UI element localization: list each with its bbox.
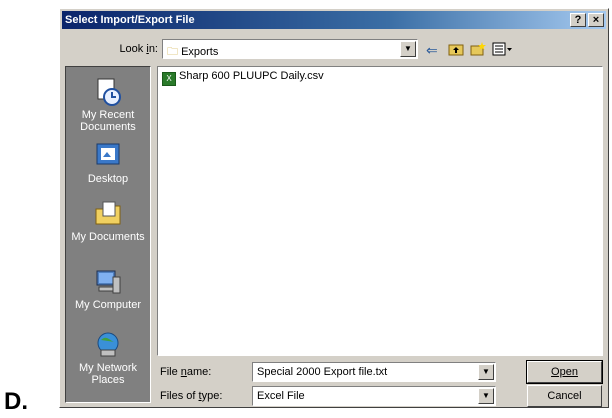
excel-csv-icon: X [162, 72, 176, 86]
file-type-label: Files of type: [160, 390, 223, 402]
chevron-down-icon[interactable]: ▼ [400, 41, 416, 57]
document-label: D. [4, 388, 28, 415]
network-places-icon [93, 330, 123, 360]
places-bar: My Recent Documents Desktop My Documents… [65, 66, 151, 403]
file-name-input[interactable]: Special 2000 Export file.txt ▼ [252, 362, 496, 382]
my-documents-icon [93, 199, 123, 229]
place-desktop[interactable]: Desktop [66, 141, 150, 185]
back-arrow-icon[interactable]: ⇐ [426, 42, 438, 58]
folder-icon: 🗀 [167, 46, 178, 58]
title-bar: Select Import/Export File ? × [62, 11, 606, 29]
file-type-value: Excel File [257, 390, 305, 402]
file-name-value: Special 2000 Export file.txt [257, 366, 388, 378]
new-folder-icon[interactable] [470, 42, 486, 59]
file-list[interactable]: X Sharp 600 PLUUPC Daily.csv [157, 66, 603, 356]
desktop-icon [93, 141, 123, 171]
dialog-title: Select Import/Export File [65, 14, 195, 26]
place-my-computer[interactable]: My Computer [66, 267, 150, 311]
file-type-select[interactable]: Excel File ▼ [252, 386, 496, 406]
close-button[interactable]: × [588, 13, 604, 27]
place-my-network[interactable]: My Network Places [66, 330, 150, 386]
list-item[interactable]: X Sharp 600 PLUUPC Daily.csv [162, 70, 324, 86]
help-button[interactable]: ? [570, 13, 586, 27]
view-menu-icon[interactable] [492, 42, 514, 59]
my-computer-icon [93, 267, 123, 297]
place-recent-documents[interactable]: My Recent Documents [66, 77, 150, 133]
recent-documents-icon [93, 77, 123, 107]
look-in-value: Exports [181, 46, 219, 58]
open-button[interactable]: Open [526, 360, 603, 384]
file-name: Sharp 600 PLUUPC Daily.csv [179, 70, 324, 82]
file-dialog: Select Import/Export File ? × Look in: 🗀… [59, 8, 609, 408]
cancel-button[interactable]: Cancel [527, 385, 602, 407]
up-folder-icon[interactable] [448, 42, 464, 59]
look-in-label: Look in: [119, 43, 158, 55]
file-name-label: File name: [160, 366, 212, 378]
place-my-documents[interactable]: My Documents [66, 199, 150, 243]
chevron-down-icon[interactable]: ▼ [478, 388, 494, 404]
chevron-down-icon[interactable]: ▼ [478, 364, 494, 380]
look-in-combo[interactable]: 🗀 Exports ▼ [162, 39, 418, 59]
